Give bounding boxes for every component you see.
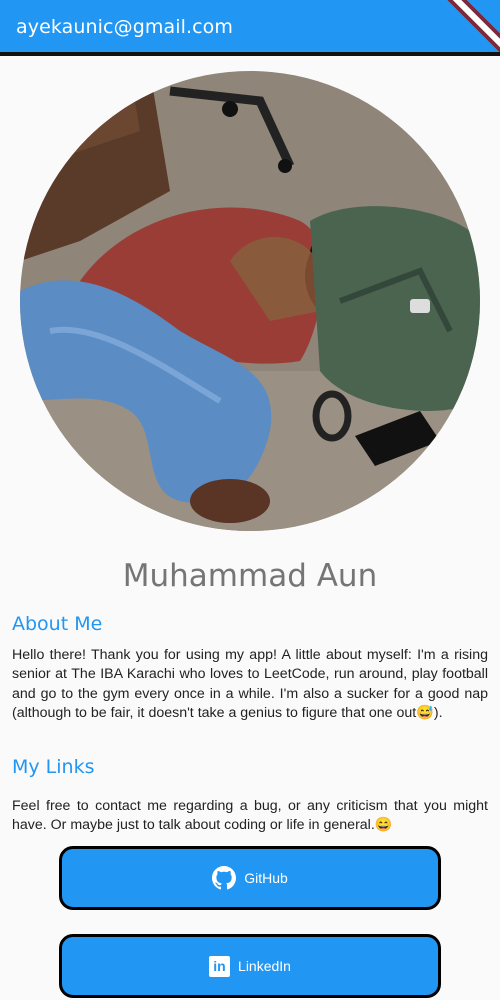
about-title: About Me: [12, 613, 103, 635]
github-button[interactable]: GitHub: [59, 846, 441, 910]
links-text: Feel free to contact me regarding a bug,…: [12, 798, 488, 834]
app-bar: ayekaunic@gmail.com: [0, 0, 500, 56]
app-bar-title: ayekaunic@gmail.com: [16, 16, 233, 38]
linkedin-icon: in: [209, 955, 231, 977]
links-title: My Links: [12, 756, 95, 778]
profile-name: Muhammad Aun: [122, 558, 378, 594]
linkedin-button[interactable]: in LinkedIn: [59, 934, 441, 998]
linkedin-glyph: in: [209, 955, 231, 977]
github-icon: [212, 866, 237, 890]
linkedin-label: LinkedIn: [238, 958, 291, 974]
profile-photo: [20, 71, 480, 531]
about-text: Hello there! Thank you for using my app!…: [12, 647, 488, 722]
github-label: GitHub: [244, 870, 288, 886]
debug-banner: [439, 0, 500, 52]
